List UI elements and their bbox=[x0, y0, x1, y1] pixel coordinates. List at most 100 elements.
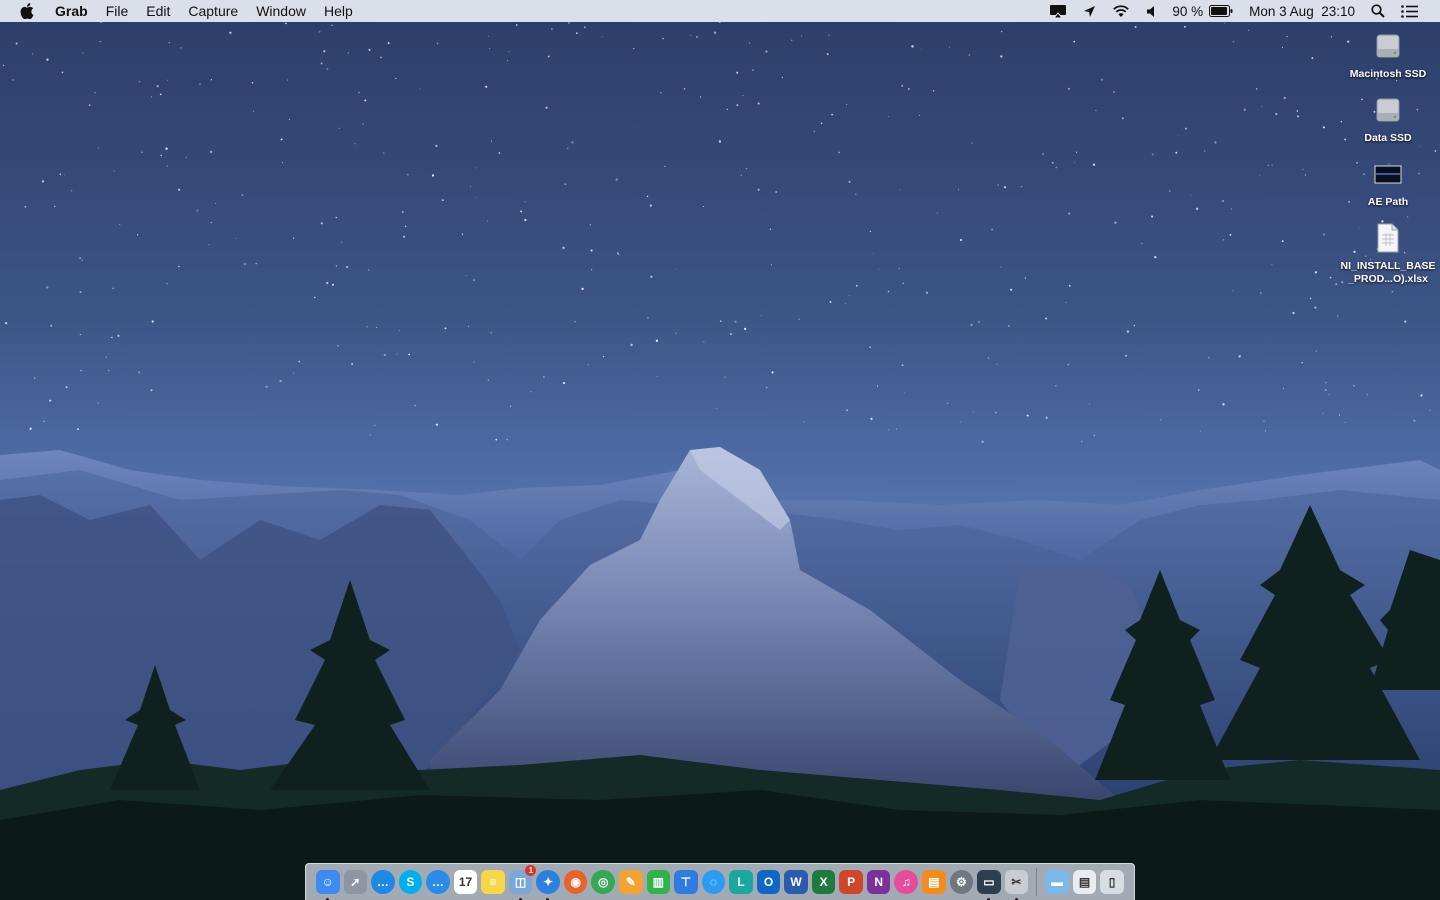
dock-item-messenger[interactable]: … bbox=[371, 870, 395, 894]
excel-icon: X bbox=[819, 875, 828, 889]
airplay-display-icon[interactable] bbox=[1041, 0, 1075, 22]
skype-icon: S bbox=[406, 875, 415, 889]
star bbox=[1183, 25, 1186, 28]
dock-item-pages[interactable]: ✎ bbox=[619, 870, 643, 894]
star bbox=[168, 42, 170, 44]
dock-item-applications[interactable]: ▬ bbox=[1045, 870, 1069, 894]
star bbox=[41, 180, 45, 183]
star bbox=[903, 392, 905, 393]
menu-capture[interactable]: Capture bbox=[179, 0, 247, 22]
dock-item-ibooks[interactable]: ▤ bbox=[922, 870, 946, 894]
star bbox=[165, 147, 168, 150]
star bbox=[724, 376, 726, 378]
podium-icon: ⊤ bbox=[680, 875, 692, 889]
star bbox=[703, 206, 704, 207]
desktop-icon-ae-path[interactable]: AE Path bbox=[1340, 154, 1436, 209]
star bbox=[1151, 153, 1154, 156]
desktop-icon-xlsx-file[interactable]: NI_INSTALL_BASE_PROD...O).xlsx bbox=[1340, 218, 1436, 286]
dock-item-powerpoint[interactable]: P bbox=[839, 870, 863, 894]
dock-item-lync[interactable]: L bbox=[729, 870, 753, 894]
menu-edit[interactable]: Edit bbox=[137, 0, 179, 22]
star bbox=[185, 156, 188, 159]
star bbox=[888, 429, 890, 431]
star bbox=[1232, 40, 1235, 43]
dock-item-grab[interactable]: ✂ bbox=[1004, 870, 1029, 900]
star bbox=[490, 331, 493, 334]
star bbox=[509, 405, 512, 408]
dock: ☺ ➚ … S … 17 ≡ ◫ 1 ✦ ◉ ◎ ✎ ▥ ⊤ ◌ L O W X P N ♫ ▤ ⚙ ▭ ✂ ▬ ▤ ▯ bbox=[305, 863, 1135, 900]
star bbox=[649, 204, 652, 207]
location-arrow-icon[interactable] bbox=[1075, 0, 1104, 22]
notification-center-icon[interactable] bbox=[1393, 0, 1426, 22]
apple-menu-icon[interactable] bbox=[0, 0, 46, 22]
star bbox=[199, 83, 201, 86]
star bbox=[676, 268, 677, 270]
dock-item-preview[interactable]: ◫ 1 bbox=[508, 865, 537, 900]
menu-file[interactable]: File bbox=[97, 0, 138, 22]
dock-item-excel[interactable]: X bbox=[811, 870, 836, 894]
dock-item-chrome[interactable]: ◎ bbox=[591, 870, 616, 894]
star bbox=[282, 162, 284, 164]
dock-item-outlook[interactable]: O bbox=[756, 870, 781, 894]
preview-icon: ◫ bbox=[514, 875, 527, 889]
star bbox=[1042, 153, 1044, 155]
star bbox=[959, 238, 963, 242]
dock-item-system-preferences[interactable]: ⚙ bbox=[949, 870, 974, 894]
dock-item-messages[interactable]: ◌ bbox=[701, 870, 726, 894]
dock-item-display[interactable]: ▭ bbox=[977, 870, 1001, 900]
dock-item-skype[interactable]: S bbox=[398, 870, 423, 894]
star bbox=[566, 147, 569, 150]
dock-item-trash[interactable]: ▯ bbox=[1100, 870, 1124, 894]
desktop-icon-label: NI_INSTALL_BASE_PROD...O).xlsx bbox=[1340, 260, 1436, 285]
star bbox=[1093, 434, 1096, 437]
menu-app-name[interactable]: Grab bbox=[46, 0, 97, 22]
star bbox=[1328, 394, 1330, 396]
dock-item-downloads[interactable]: ▤ bbox=[1072, 870, 1097, 894]
star bbox=[800, 35, 803, 37]
star bbox=[1092, 163, 1096, 166]
dock-item-notes[interactable]: ≡ bbox=[481, 870, 505, 894]
wifi-icon[interactable] bbox=[1104, 0, 1138, 22]
battery-percentage[interactable]: 90 % bbox=[1166, 4, 1209, 19]
dock-item-safari[interactable]: ✦ bbox=[536, 870, 560, 900]
dock-item-launchpad[interactable]: ➚ bbox=[343, 870, 368, 894]
dock-item-calendar[interactable]: 17 bbox=[453, 870, 478, 894]
dock-item-messages-alt[interactable]: … bbox=[426, 870, 450, 894]
star bbox=[1045, 317, 1048, 320]
star bbox=[465, 275, 467, 276]
spotlight-search-icon[interactable] bbox=[1363, 0, 1393, 22]
desktop-icon-label: AE Path bbox=[1367, 196, 1409, 208]
star bbox=[602, 355, 605, 358]
desktop-icon-macintosh-ssd[interactable]: Macintosh SSD bbox=[1340, 26, 1436, 81]
star bbox=[1271, 164, 1273, 166]
dock-item-firefox[interactable]: ◉ bbox=[563, 870, 588, 894]
menu-window[interactable]: Window bbox=[247, 0, 315, 22]
star bbox=[1309, 297, 1312, 299]
star bbox=[1315, 350, 1317, 352]
star bbox=[1330, 36, 1333, 38]
star bbox=[1133, 324, 1136, 327]
star bbox=[1301, 361, 1303, 364]
star bbox=[970, 323, 973, 327]
battery-icon[interactable] bbox=[1209, 0, 1241, 22]
star bbox=[568, 22, 570, 24]
star bbox=[729, 333, 732, 335]
dock-item-numbers[interactable]: ▥ bbox=[646, 870, 671, 894]
star bbox=[298, 360, 301, 363]
volume-icon[interactable] bbox=[1138, 0, 1166, 22]
dock-item-keynote[interactable]: ⊤ bbox=[674, 870, 698, 894]
star bbox=[1045, 416, 1048, 419]
star bbox=[574, 321, 576, 323]
star bbox=[898, 267, 900, 270]
star bbox=[545, 106, 548, 109]
star bbox=[488, 47, 491, 50]
desktop-icon-data-ssd[interactable]: Data SSD bbox=[1340, 90, 1436, 145]
menubar-clock[interactable]: Mon 3 Aug 23:10 bbox=[1241, 4, 1363, 19]
menu-help[interactable]: Help bbox=[315, 0, 362, 22]
star bbox=[1190, 194, 1192, 196]
dock-item-finder[interactable]: ☺ bbox=[316, 870, 340, 900]
dock-item-word[interactable]: W bbox=[784, 870, 808, 894]
dock-item-onenote[interactable]: N bbox=[866, 870, 891, 894]
star bbox=[1243, 108, 1246, 111]
dock-item-itunes[interactable]: ♫ bbox=[894, 870, 919, 894]
